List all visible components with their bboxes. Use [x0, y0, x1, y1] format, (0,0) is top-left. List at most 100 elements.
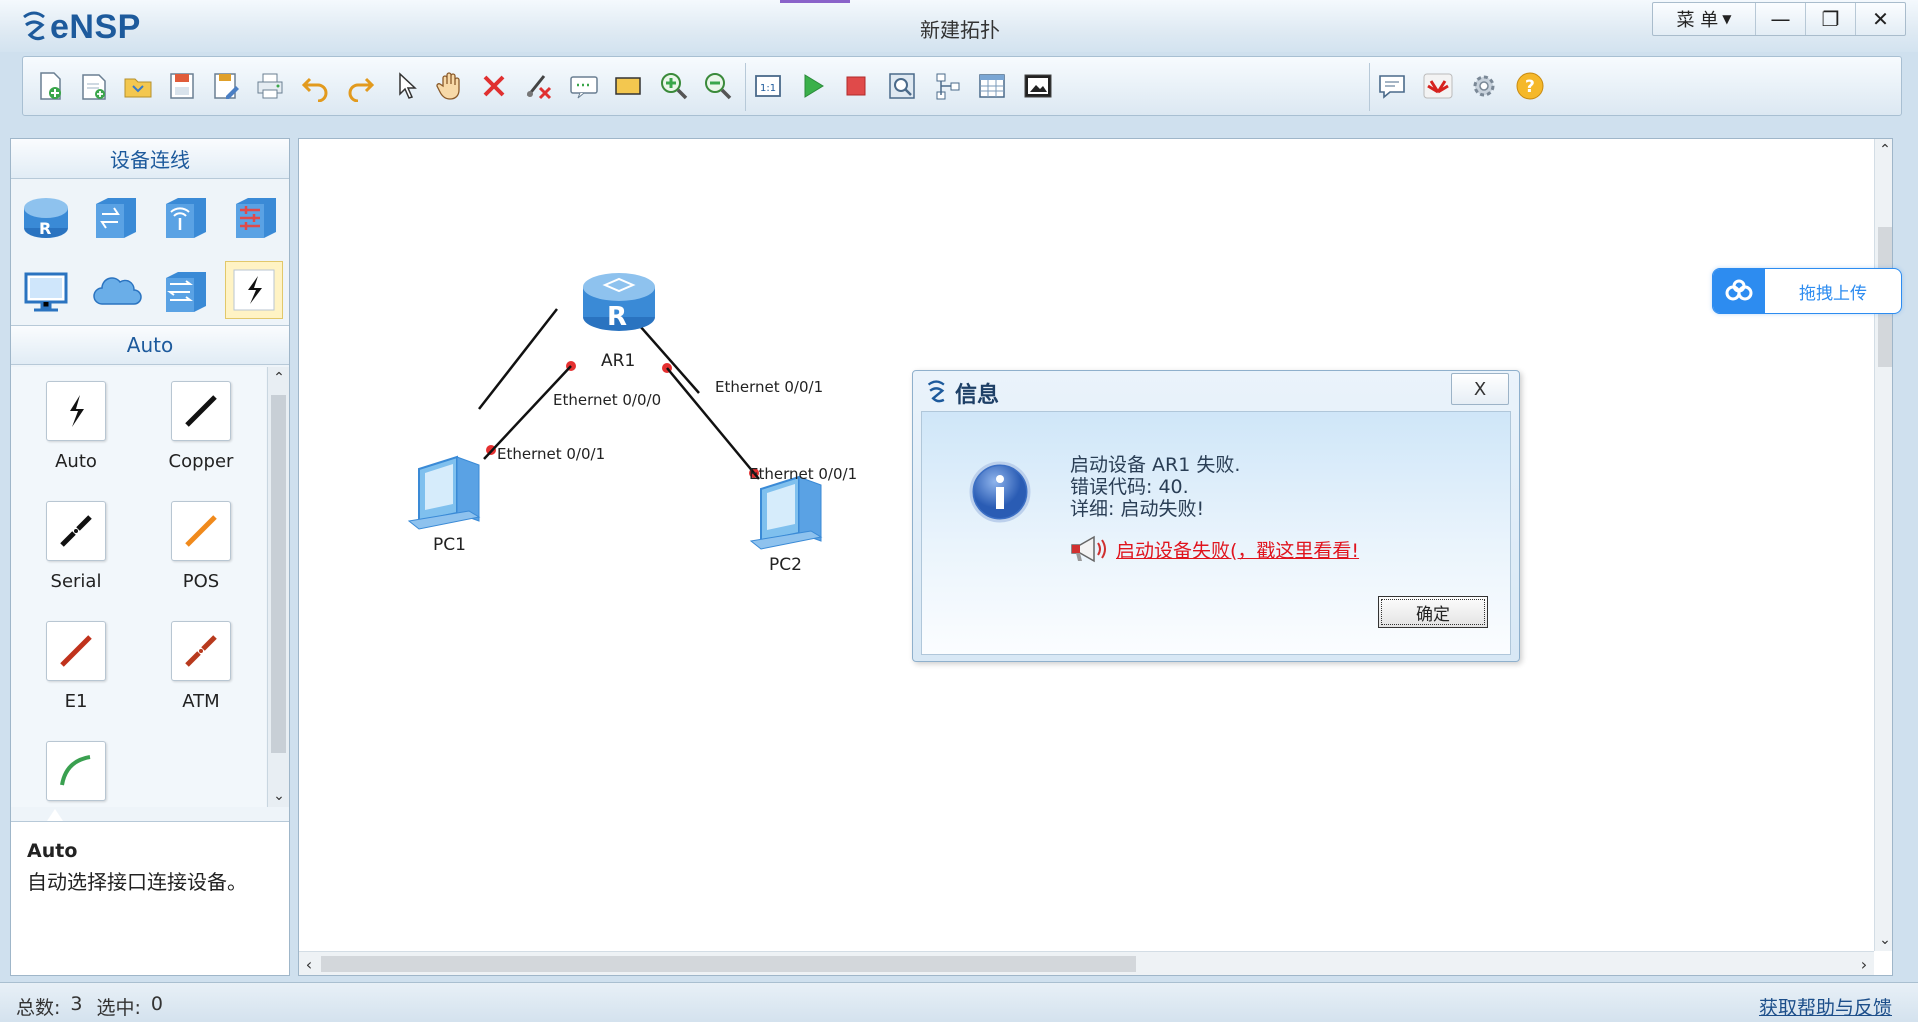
- topology-button[interactable]: [929, 67, 967, 105]
- node-label-pc1[interactable]: PC1: [433, 535, 466, 555]
- cable-label: ATM: [182, 691, 220, 712]
- device-category-wlan[interactable]: [157, 189, 215, 247]
- redo-button[interactable]: [341, 67, 379, 105]
- zoom-out-button[interactable]: [699, 67, 737, 105]
- scroll-down-icon[interactable]: ⌄: [1875, 929, 1892, 951]
- node-label-pc2[interactable]: PC2: [769, 555, 802, 575]
- device-category-switch[interactable]: [87, 189, 145, 247]
- fit-view-icon: 1:1: [755, 75, 781, 97]
- pc1-icon[interactable]: [407, 455, 481, 530]
- dialog-detail: 详细: 启动失败!: [1070, 498, 1205, 520]
- info-dialog: 信息 X 启动设备 AR1 失败. 错误代码: 40. 详细: 启动失败! 启动…: [912, 370, 1520, 662]
- cable-e1-tile: [46, 621, 106, 681]
- menu-button[interactable]: 菜 单 ▼: [1653, 3, 1755, 35]
- cable-list-scrollbar[interactable]: ⌃ ⌄: [267, 367, 289, 807]
- capture-button[interactable]: [883, 67, 921, 105]
- save-as-icon: [214, 73, 239, 99]
- save-button[interactable]: [163, 67, 201, 105]
- cable-item-serial[interactable]: Serial: [21, 501, 131, 592]
- dialog-help-link[interactable]: 启动设备失败(，戳这里看看!: [1116, 536, 1359, 563]
- add-text-button[interactable]: [565, 67, 603, 105]
- cable-ctl-tile: [46, 741, 106, 801]
- cable-item-copper[interactable]: Copper: [146, 381, 256, 472]
- cable-atm-tile: [171, 621, 231, 681]
- drag-upload-widget[interactable]: 拖拽上传: [1712, 268, 1902, 314]
- restore-button[interactable]: ❐: [1805, 3, 1855, 35]
- select-button[interactable]: [387, 67, 425, 105]
- print-button[interactable]: [251, 67, 289, 105]
- stop-device-button[interactable]: [837, 67, 875, 105]
- cable-item-auto[interactable]: Auto: [21, 381, 131, 472]
- minimize-icon: —: [1770, 7, 1791, 31]
- scroll-down-icon[interactable]: ⌄: [268, 785, 290, 807]
- svg-text:?: ?: [1525, 77, 1535, 97]
- scroll-up-icon[interactable]: ⌃: [1875, 139, 1892, 161]
- status-counts: 总数: 3 选中: 0: [16, 993, 163, 1020]
- scroll-left-icon[interactable]: ‹: [299, 952, 319, 975]
- start-device-button[interactable]: [793, 67, 831, 105]
- e1-cable-icon: [60, 635, 92, 667]
- pc2-icon[interactable]: [749, 475, 823, 550]
- device-category-terminal[interactable]: [17, 263, 75, 321]
- dialog-body: 启动设备 AR1 失败. 错误代码: 40. 详细: 启动失败! 启动设备失败(…: [921, 411, 1511, 655]
- port-label-ar1-e000: Ethernet 0/0/0: [553, 391, 662, 409]
- help-button[interactable]: ?: [1511, 67, 1549, 105]
- description-pointer: [47, 809, 63, 821]
- toolbar-separator: [1369, 63, 1370, 111]
- megaphone-icon: [1071, 535, 1106, 563]
- device-category-firewall[interactable]: [227, 189, 285, 247]
- cable-item-e1[interactable]: E1: [21, 621, 131, 712]
- save-as-button[interactable]: [207, 67, 245, 105]
- cable-description: Auto 自动选择接口连接设备。: [11, 821, 289, 975]
- grid-button[interactable]: [973, 67, 1011, 105]
- device-category-other[interactable]: [157, 263, 215, 321]
- zoom-in-button[interactable]: [655, 67, 693, 105]
- atm-cable-icon: [185, 635, 217, 667]
- canvas-v-scrollbar[interactable]: ⌃ ⌄: [1874, 139, 1892, 951]
- zoom-in-icon: [661, 73, 688, 100]
- dialog-close-button[interactable]: X: [1451, 373, 1509, 405]
- new-example-button[interactable]: [75, 67, 113, 105]
- delete-links-button[interactable]: [519, 67, 557, 105]
- svg-text:R: R: [39, 219, 51, 238]
- device-category-cloud[interactable]: [87, 263, 145, 321]
- minimize-button[interactable]: —: [1755, 3, 1805, 35]
- pan-button[interactable]: [431, 67, 469, 105]
- stop-icon: [846, 76, 866, 96]
- cable-item-atm[interactable]: ATM: [146, 621, 256, 712]
- cable-item-ctl[interactable]: [21, 741, 131, 807]
- screenshot-button[interactable]: [1019, 67, 1057, 105]
- cable-label: E1: [64, 691, 88, 712]
- device-category-cable[interactable]: [225, 261, 283, 319]
- router-ar1-icon[interactable]: R: [583, 273, 655, 332]
- scroll-up-icon[interactable]: ⌃: [268, 367, 290, 389]
- description-text: 自动选择接口连接设备。: [27, 870, 247, 894]
- close-button[interactable]: ✕: [1855, 3, 1905, 35]
- canvas-h-scrollbar[interactable]: ‹ ›: [299, 951, 1874, 975]
- cable-label: Auto: [55, 451, 97, 472]
- upload-label: 拖拽上传: [1799, 283, 1867, 304]
- new-example-icon: [82, 74, 106, 100]
- cable-item-pos[interactable]: POS: [146, 501, 256, 592]
- settings-button[interactable]: [1465, 67, 1503, 105]
- h-scroll-thumb[interactable]: [321, 956, 1136, 972]
- scroll-right-icon[interactable]: ›: [1854, 952, 1874, 975]
- restore-icon: ❐: [1821, 7, 1840, 31]
- delete-button[interactable]: [475, 67, 513, 105]
- device-category-router[interactable]: R: [17, 189, 75, 247]
- undo-button[interactable]: [297, 67, 335, 105]
- node-label-ar1[interactable]: AR1: [601, 351, 635, 371]
- cloud-icon: [93, 277, 142, 305]
- open-button[interactable]: [119, 67, 157, 105]
- scroll-thumb[interactable]: [271, 395, 286, 753]
- chat-button[interactable]: [1373, 67, 1411, 105]
- help-feedback-link[interactable]: 获取帮助与反馈: [1759, 993, 1892, 1020]
- ctl-cable-icon: [60, 755, 91, 786]
- fit-view-button[interactable]: 1:1: [749, 67, 787, 105]
- cable-serial-tile: [46, 501, 106, 561]
- dialog-ok-button[interactable]: 确定: [1378, 596, 1488, 628]
- other-device-icon: [166, 272, 206, 312]
- palette-button[interactable]: [609, 67, 647, 105]
- huawei-button[interactable]: [1419, 67, 1457, 105]
- new-topology-button[interactable]: [31, 67, 69, 105]
